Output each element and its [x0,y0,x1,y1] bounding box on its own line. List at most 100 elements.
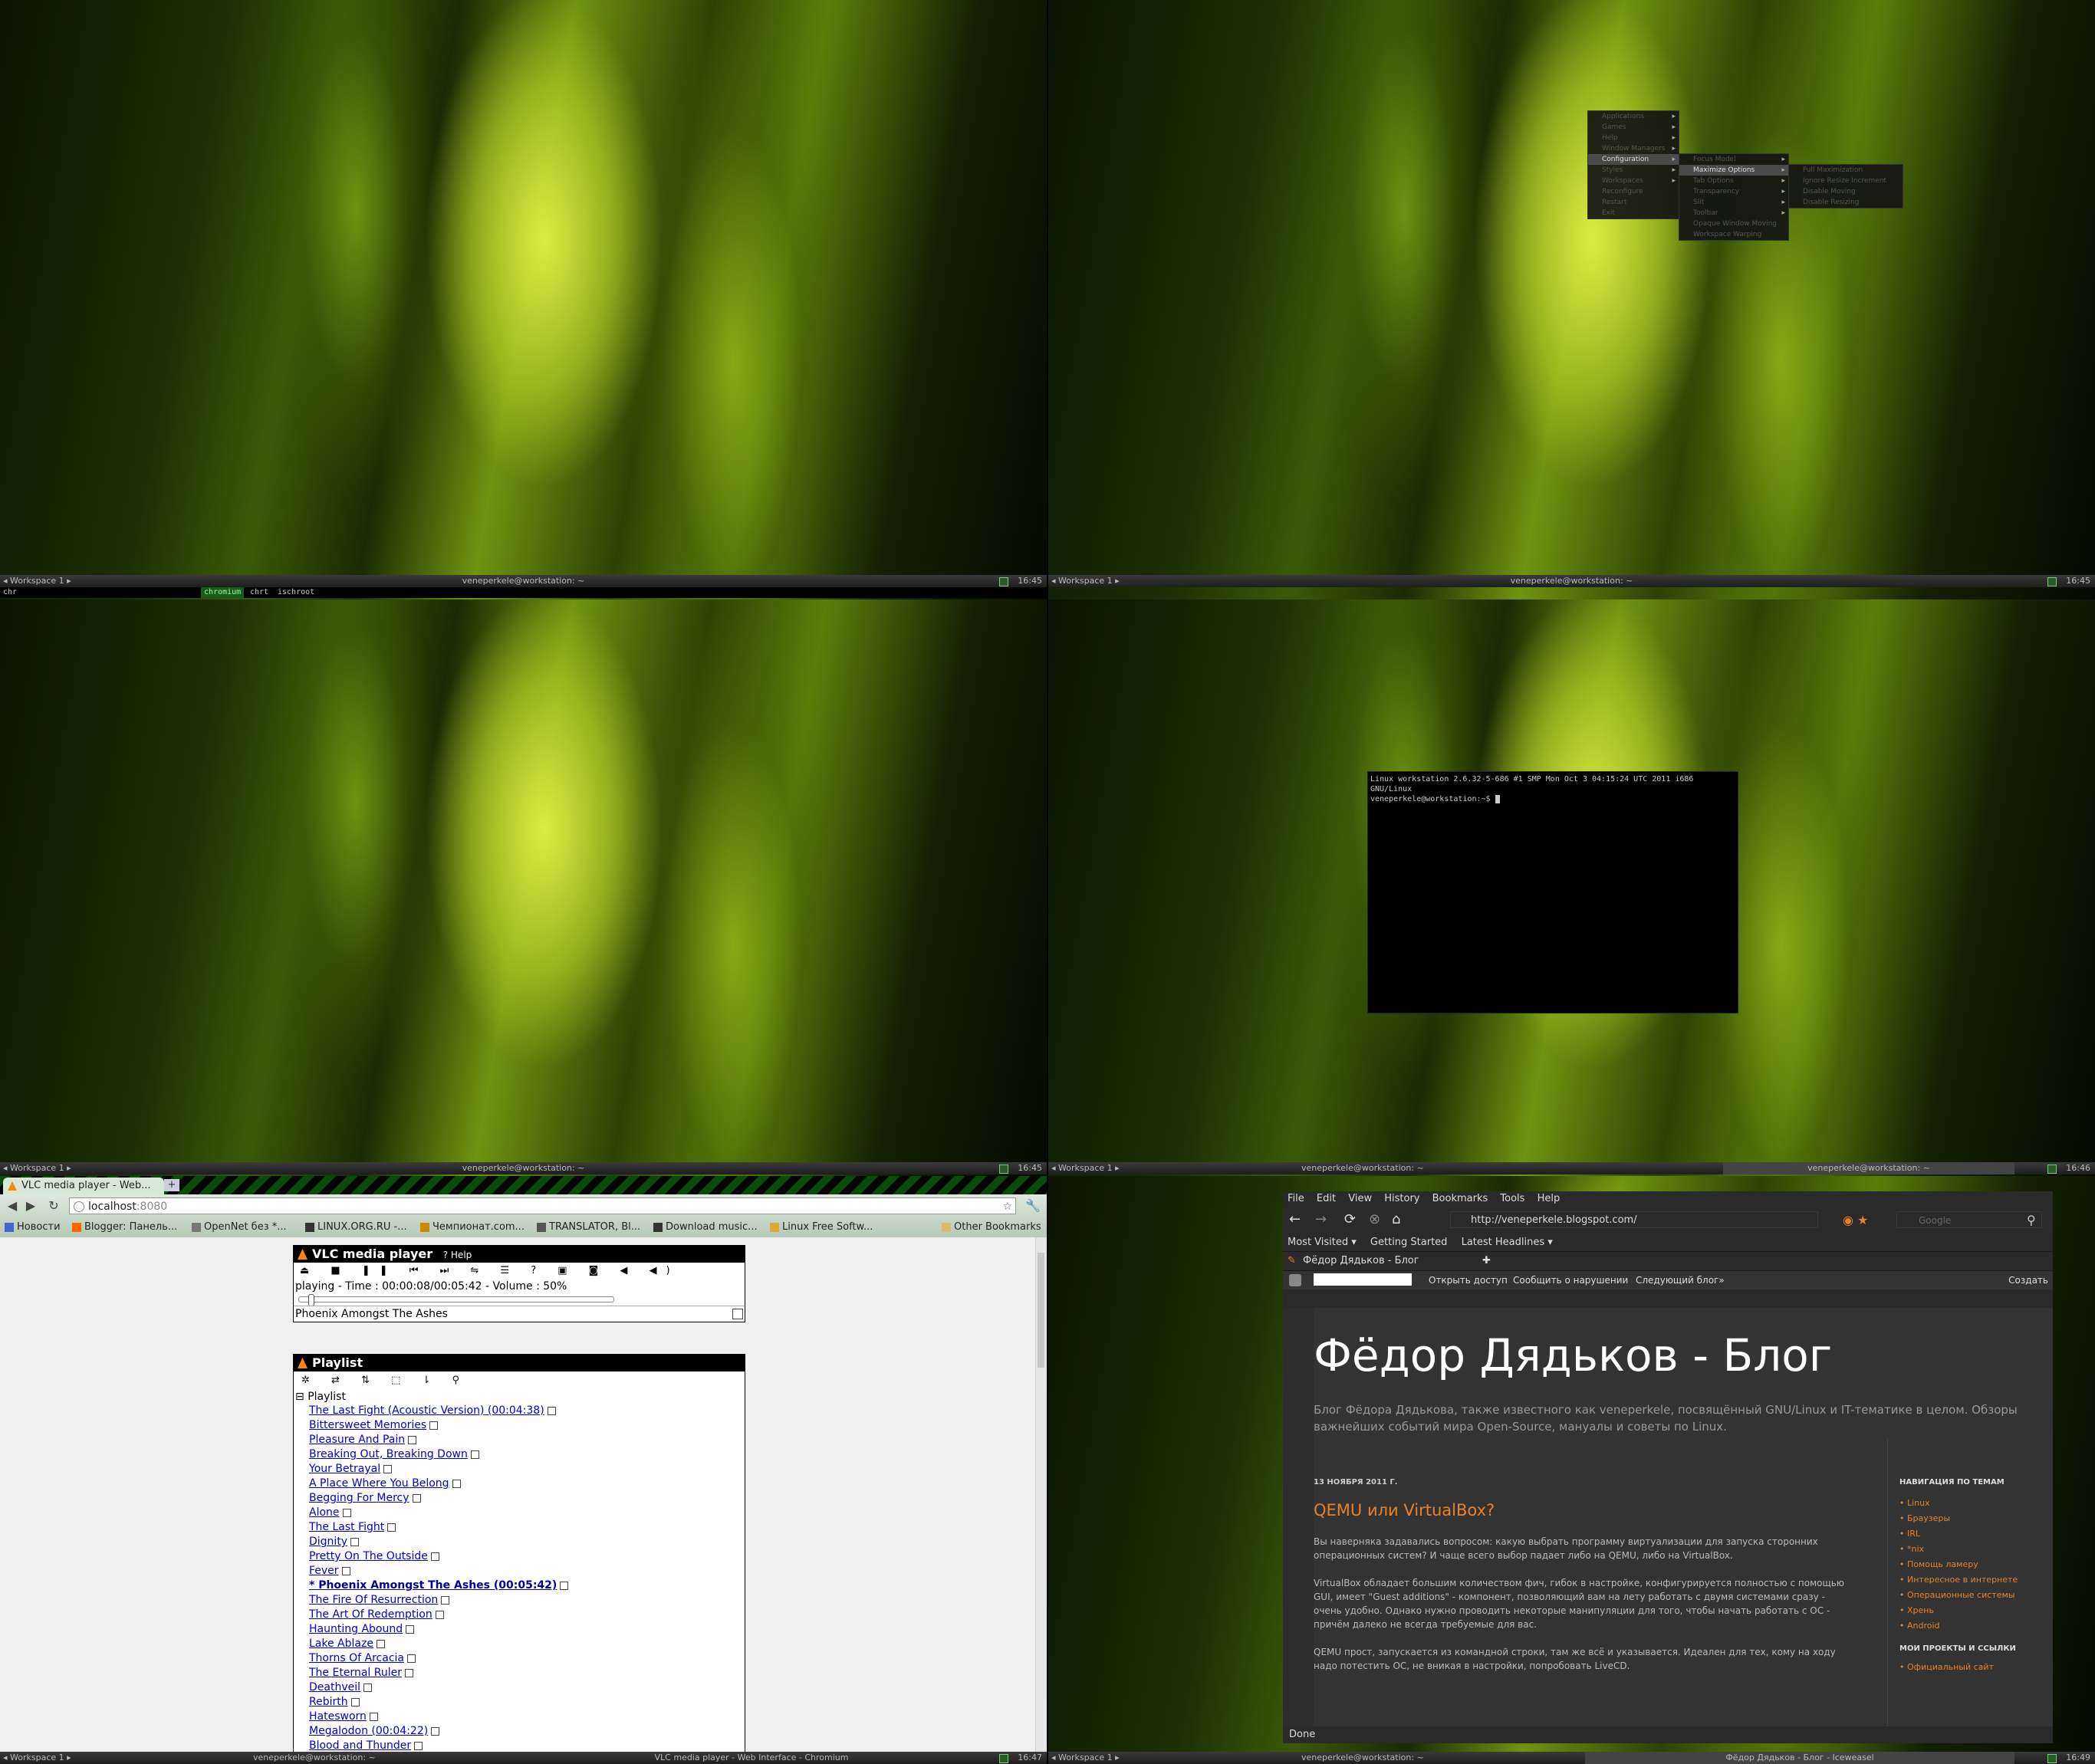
menu-item[interactable]: Workspaces ▸ [1588,176,1679,186]
blogger-link[interactable]: Сообщить о нарушении [1513,1271,1628,1289]
remove-track-icon[interactable] [350,1537,360,1546]
back-icon[interactable]: ◀ [5,1198,20,1214]
info-icon[interactable] [732,1309,743,1319]
remove-track-icon[interactable] [429,1421,439,1430]
playlist-track[interactable]: Your Betrayal [309,1462,745,1477]
remove-track-icon[interactable] [383,1464,393,1473]
remove-track-icon[interactable] [342,1508,351,1517]
new-tab-button[interactable]: + [164,1179,179,1191]
post-title[interactable]: QEMU или VirtualBox? [1314,1501,1495,1519]
nav-link[interactable]: • IRL [1899,1526,2037,1542]
playlist-track[interactable]: Bittersweet Memories [309,1418,745,1433]
tray-icon[interactable] [2047,577,2057,586]
menu-item[interactable]: Reconfigure [1588,186,1679,197]
remove-track-icon[interactable] [452,1479,461,1488]
window-title-active[interactable]: veneperkele@workstation: ~ [1723,1162,2014,1174]
blogger-create[interactable]: Создать [2008,1271,2048,1289]
window-title-active[interactable]: Фёдор Дядьков - Блог - Iceweasel [1585,1752,2014,1764]
remove-track-icon[interactable] [435,1610,444,1619]
window-title[interactable]: veneperkele@workstation: ~ [253,1752,376,1764]
project-link[interactable]: • Официальный сайт [1899,1662,2037,1677]
seek-knob[interactable] [308,1294,314,1306]
bookmark-item[interactable]: OpenNet без *... [192,1217,287,1237]
window-title[interactable]: veneperkele@workstation: ~ [1301,1162,1424,1174]
bookmark-item[interactable]: Linux Free Softw... [770,1217,873,1237]
menu-item[interactable]: Tab Options ▸ [1679,176,1788,186]
bookmark-item[interactable]: Чемпионат.com... [420,1217,525,1237]
home-icon[interactable]: ⌂ [1392,1211,1400,1227]
other-bookmarks[interactable]: Other Bookmarks [942,1217,1041,1237]
terminal-window[interactable]: Linux workstation 2.6.32-5-686 #1 SMP Mo… [1367,771,1738,1013]
remove-track-icon[interactable] [441,1595,450,1605]
remove-track-icon[interactable] [376,1639,385,1648]
tab-vlc[interactable]: VLC media player - Web... [3,1178,164,1194]
playlist-track[interactable]: Rebirth [309,1695,745,1710]
playlist-tools[interactable]: ✲ ⇄ ⇅ ⬚ ⇂ ⚲ [294,1371,745,1390]
window-title-active[interactable]: VLC media player - Web Interface - Chrom… [537,1752,966,1764]
dmenu-input[interactable]: chr [3,587,17,598]
menu-tools[interactable]: Tools [1500,1193,1524,1204]
dmenu-option[interactable]: ischroot [278,587,314,598]
menu-item[interactable]: Help ▸ [1588,133,1679,143]
blog-title[interactable]: Фёдор Дядьков - Блог [1314,1329,1832,1381]
menu-help[interactable]: Help [1538,1193,1561,1204]
wrench-icon[interactable]: 🔧 [1025,1198,1041,1214]
window-title[interactable]: veneperkele@workstation: ~ [1301,1752,1424,1764]
playlist-track[interactable]: Pretty On The Outside [309,1549,745,1564]
playlist-track[interactable]: Megalodon (00:04:22) [309,1724,745,1739]
remove-track-icon[interactable] [363,1683,373,1692]
bookmark-most-visited[interactable]: Most Visited ▾ [1288,1237,1357,1248]
workspace-switcher[interactable]: ◂ Workspace 1 ▸ [3,1752,71,1764]
reload-icon[interactable]: ↻ [46,1198,61,1214]
menu-edit[interactable]: Edit [1317,1193,1336,1204]
playlist-track[interactable]: Thorns Of Arcacia [309,1651,745,1666]
menu-item[interactable]: Games ▸ [1588,122,1679,133]
dmenu-option-selected[interactable]: chromium [201,587,245,598]
playlist-track[interactable]: Breaking Out, Breaking Down [309,1447,745,1462]
playlist-track[interactable]: The Last Fight (Acoustic Version) (00:04… [309,1404,745,1418]
playlist-track[interactable]: The Fire Of Resurrection [309,1593,745,1608]
playlist-track[interactable]: Begging For Mercy [309,1491,745,1506]
playlist-track[interactable]: The Last Fight [309,1520,745,1535]
nav-link[interactable]: • Интересное в интернете [1899,1572,2037,1588]
workspace-switcher[interactable]: ◂ Workspace 1 ▸ [1051,1752,1120,1764]
terminal-prompt[interactable]: veneperkele@workstation:~$ [1370,794,1735,804]
playlist-track[interactable]: A Place Where You Belong [309,1477,745,1491]
menu-item-configuration[interactable]: Configuration ▸ [1588,154,1679,165]
playlist-track[interactable]: Dignity [309,1535,745,1549]
menu-item[interactable]: Window Managers ▸ [1588,143,1679,154]
remove-track-icon[interactable] [387,1523,396,1532]
menu-item-maximize-options[interactable]: Maximize Options ▸ [1679,165,1788,176]
reload-icon[interactable]: ⟳ [1344,1211,1356,1227]
rss-icon[interactable]: ◉ ★ [1843,1213,1868,1227]
playlist-track[interactable]: * Phoenix Amongst The Ashes (00:05:42) [309,1578,745,1593]
remove-track-icon[interactable] [350,1697,360,1707]
remove-track-icon[interactable] [408,1435,417,1444]
menu-file[interactable]: File [1288,1193,1304,1204]
tray-icon[interactable] [2047,1754,2057,1763]
bookmark-item[interactable]: TRANSLATOR, Bl... [537,1217,640,1237]
remove-track-icon[interactable] [404,1668,413,1677]
search-icon[interactable]: ⚲ [2027,1213,2036,1227]
nav-link[interactable]: • Операционные системы [1899,1588,2037,1603]
bookmark-item[interactable]: LINUX.ORG.RU -... [305,1217,407,1237]
menu-view[interactable]: View [1348,1193,1372,1204]
remove-track-icon[interactable] [430,1552,439,1561]
menu-item[interactable]: Workspace Warping [1679,229,1788,240]
menu-history[interactable]: History [1384,1193,1419,1204]
bookmark-star-icon[interactable]: ☆ [1002,1198,1012,1215]
stop-icon[interactable]: ⊗ [1369,1211,1380,1227]
playlist-track[interactable]: Haunting Abound [309,1622,745,1637]
menu-item[interactable]: Disable Resizing [1789,197,1903,208]
menu-item[interactable]: Toolbar ▸ [1679,208,1788,218]
remove-track-icon[interactable] [431,1726,440,1736]
forward-icon[interactable]: ▶ [23,1198,38,1214]
dmenu-bar[interactable]: chr chromium chrt ischroot [0,587,1047,598]
search-input[interactable]: Google [1896,1211,2042,1228]
seek-slider[interactable] [298,1294,614,1306]
menu-item[interactable]: Restart [1588,197,1679,208]
menu-bookmarks[interactable]: Bookmarks [1432,1193,1488,1204]
remove-track-icon[interactable] [414,1741,423,1750]
playlist-track[interactable]: The Eternal Ruler [309,1666,745,1680]
remove-track-icon[interactable] [412,1493,421,1503]
